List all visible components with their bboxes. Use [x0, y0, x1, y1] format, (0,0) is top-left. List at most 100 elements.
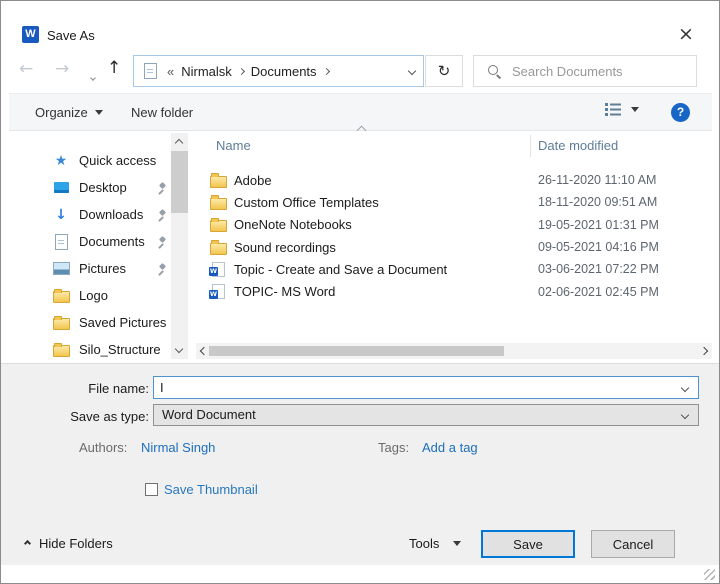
- breadcrumb-collapsed[interactable]: «: [167, 64, 174, 79]
- file-row[interactable]: Topic - Create and Save a Document 03-06…: [196, 258, 712, 280]
- change-view-button[interactable]: [605, 102, 639, 117]
- refresh-button[interactable]: [425, 55, 463, 87]
- tools-button[interactable]: Tools: [409, 536, 462, 551]
- file-name-input[interactable]: [154, 377, 698, 398]
- breadcrumb-item-nirmalsk[interactable]: Nirmalsk: [181, 64, 232, 79]
- add-tag-link[interactable]: Add a tag: [422, 440, 478, 455]
- sidebar-scrollbar[interactable]: [171, 133, 188, 359]
- sidebar-item-label: Saved Pictures: [79, 315, 167, 330]
- file-name: Custom Office Templates: [234, 194, 379, 210]
- authors-label: Authors:: [79, 440, 128, 455]
- file-row[interactable]: Sound recordings 09-05-2021 04:16 PM: [196, 236, 712, 258]
- organize-button[interactable]: Organize: [35, 94, 103, 130]
- save-button[interactable]: Save: [481, 530, 575, 558]
- sidebar-item-icon: [51, 234, 71, 250]
- sidebar-item[interactable]: Silo_Structure: [29, 336, 171, 363]
- sidebar-item[interactable]: Saved Pictures: [29, 309, 171, 336]
- column-header-date-modified[interactable]: Date modified: [538, 138, 618, 153]
- sidebar-item-label: Pictures: [79, 261, 126, 276]
- resize-grip[interactable]: [704, 569, 715, 580]
- file-name-combobox[interactable]: [153, 376, 699, 399]
- file-list-horizontal-scrollbar[interactable]: [196, 343, 712, 359]
- column-divider[interactable]: [530, 135, 531, 157]
- back-button[interactable]: [19, 61, 33, 78]
- sidebar-item-label: Quick access: [79, 153, 157, 168]
- sidebar-item-icon: [51, 288, 71, 304]
- search-box[interactable]: [473, 55, 697, 87]
- chevron-up-icon: [23, 539, 32, 548]
- sidebar-item-label: Documents: [79, 234, 145, 249]
- sidebar-item[interactable]: Desktop: [29, 174, 171, 201]
- breadcrumb-separator-icon[interactable]: [237, 67, 245, 75]
- file-list: Name Date modified Adobe 26-11-2020 11:1…: [196, 133, 712, 339]
- save-as-type-select[interactable]: Word Document: [153, 404, 699, 426]
- scroll-right-arrow[interactable]: [699, 346, 709, 356]
- word-app-icon: [22, 26, 39, 43]
- column-header-name[interactable]: Name: [216, 138, 251, 153]
- location-icon: [140, 63, 160, 79]
- close-button[interactable]: [671, 21, 701, 48]
- address-dropdown-chevron[interactable]: [407, 66, 417, 76]
- breadcrumb-separator-icon[interactable]: [322, 67, 330, 75]
- chevron-down-icon: [631, 107, 639, 112]
- sidebar-item-label: Desktop: [79, 180, 127, 195]
- dialog-title: Save As: [47, 28, 95, 43]
- authors-value-link[interactable]: Nirmal Singh: [141, 440, 215, 455]
- status-strip: [2, 565, 719, 583]
- scrollbar-thumb[interactable]: [171, 151, 188, 213]
- new-folder-button[interactable]: New folder: [131, 94, 193, 130]
- file-row[interactable]: TOPIC- MS Word 02-06-2021 02:45 PM: [196, 280, 712, 302]
- file-row[interactable]: OneNote Notebooks 19-05-2021 01:31 PM: [196, 214, 712, 236]
- up-button[interactable]: [107, 60, 121, 77]
- file-name: TOPIC- MS Word: [234, 284, 336, 300]
- pin-icon: [155, 209, 167, 221]
- sidebar-item[interactable]: Pictures: [29, 255, 171, 282]
- file-type-icon: [208, 284, 228, 300]
- hide-folders-button[interactable]: Hide Folders: [23, 536, 113, 551]
- tags-label: Tags:: [378, 440, 410, 455]
- save-as-dialog: Save As « Nirmalsk Documents Organize Ne…: [0, 0, 720, 584]
- column-headers: Name Date modified: [196, 133, 712, 159]
- search-input[interactable]: [512, 63, 672, 79]
- pin-icon: [155, 182, 167, 194]
- recent-locations-button[interactable]: [88, 68, 98, 81]
- scroll-left-arrow[interactable]: [199, 346, 209, 356]
- file-type-icon: [208, 217, 228, 233]
- save-thumbnail-checkbox[interactable]: [145, 483, 158, 496]
- sidebar-item[interactable]: Quick access: [29, 147, 171, 174]
- breadcrumb-item-documents[interactable]: Documents: [251, 64, 317, 79]
- sidebar-item-label: Downloads: [79, 207, 144, 222]
- cancel-button[interactable]: Cancel: [591, 530, 675, 558]
- chevron-down-icon: [94, 109, 103, 115]
- sidebar-item-icon: [51, 315, 71, 331]
- navigation-pane: Quick access Desktop Downloads Documents: [29, 147, 171, 363]
- file-name: Topic - Create and Save a Document: [234, 261, 448, 277]
- file-row[interactable]: Adobe 26-11-2020 11:10 AM: [196, 169, 712, 191]
- save-as-type-label: Save as type:: [70, 409, 149, 424]
- scroll-down-arrow[interactable]: [174, 344, 184, 354]
- sidebar-item[interactable]: Logo: [29, 282, 171, 309]
- help-button[interactable]: [671, 103, 690, 122]
- forward-button[interactable]: [55, 61, 69, 78]
- save-thumbnail-label[interactable]: Save Thumbnail: [164, 482, 258, 497]
- file-type-icon: [208, 172, 228, 188]
- sidebar-item-label: Logo: [79, 288, 108, 303]
- search-icon: [488, 64, 501, 78]
- file-date-modified: 02-06-2021 02:45 PM: [538, 284, 659, 299]
- scroll-up-arrow[interactable]: [174, 138, 184, 148]
- tools-label: Tools: [409, 536, 440, 551]
- sidebar-item[interactable]: Downloads: [29, 201, 171, 228]
- file-type-icon: [208, 261, 228, 277]
- file-type-icon: [208, 239, 228, 255]
- pin-icon: [155, 236, 167, 248]
- file-row[interactable]: Custom Office Templates 18-11-2020 09:51…: [196, 191, 712, 213]
- sidebar-item[interactable]: Documents: [29, 228, 171, 255]
- save-as-type-value: Word Document: [162, 407, 256, 422]
- sidebar-item-label: Silo_Structure: [79, 342, 161, 357]
- list-view-icon: [605, 103, 621, 116]
- file-name: Adobe: [234, 172, 272, 188]
- scrollbar-thumb[interactable]: [209, 346, 504, 356]
- address-bar[interactable]: « Nirmalsk Documents: [133, 55, 424, 87]
- hide-folders-label: Hide Folders: [39, 536, 113, 551]
- file-name-label: File name:: [88, 381, 149, 396]
